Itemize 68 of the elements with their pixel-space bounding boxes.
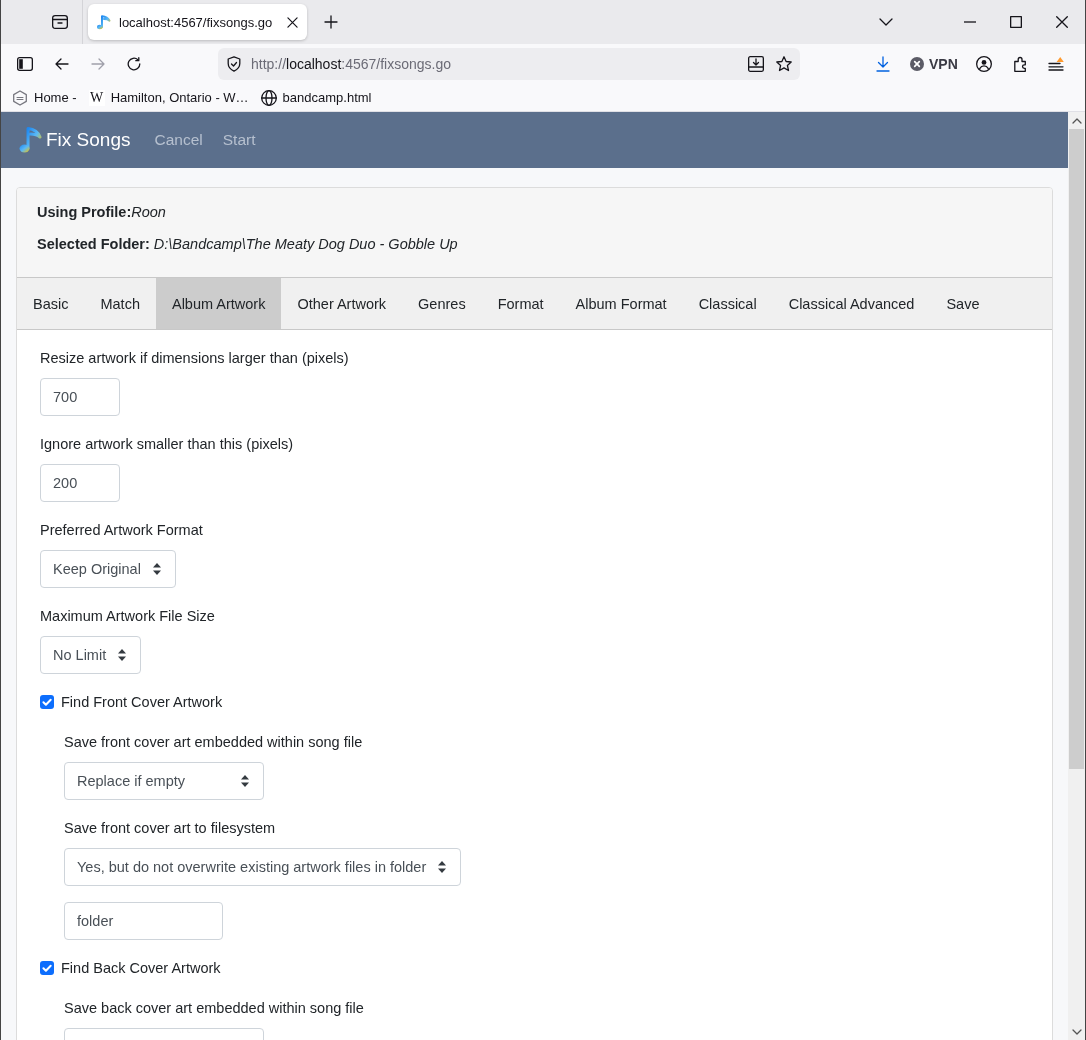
- tab[interactable]: Match: [84, 278, 156, 329]
- summary-value: D:\Bandcamp\The Meaty Dog Duo - Gobble Up: [153, 236, 458, 252]
- tab[interactable]: Other Artwork: [281, 278, 403, 329]
- select-field[interactable]: Yes, but do not overwrite existing artwork files in folder: [64, 848, 462, 886]
- tab[interactable]: Genres: [402, 278, 482, 329]
- updown-caret-icon: [438, 861, 447, 873]
- chevron-down-icon[interactable]: [1071, 1028, 1082, 1035]
- music-note-icon: [96, 14, 112, 30]
- updown-caret-icon: [118, 649, 127, 661]
- tray-icon[interactable]: [52, 15, 68, 29]
- brand-link[interactable]: Fix Songs: [19, 126, 131, 154]
- field-label: Resize artwork if dimensions larger than (pixels): [40, 349, 349, 368]
- hexagon-icon: [12, 89, 28, 106]
- back-arrow-icon[interactable]: [55, 58, 69, 70]
- select-field[interactable]: No Limit: [40, 636, 142, 674]
- checkbox-label: Find Back Cover Artwork: [61, 959, 221, 978]
- field-label: Preferred Artwork Format: [40, 521, 203, 540]
- number-input[interactable]: 700: [40, 378, 120, 416]
- shield-icon: [227, 56, 241, 72]
- letter-icon: W: [88, 89, 105, 106]
- summary-label: Using Profile:: [37, 204, 132, 220]
- bookmark[interactable]: W Hamilton, Ontario - W…: [88, 89, 249, 106]
- vpn-button[interactable]: VPN: [910, 56, 958, 72]
- tab[interactable]: Classical Advanced: [772, 278, 931, 329]
- checkbox-label: Find Front Cover Artwork: [61, 693, 223, 712]
- scrollbar-thumb[interactable]: [1069, 129, 1084, 769]
- tab[interactable]: Album Format: [559, 278, 683, 329]
- music-note-icon: [19, 126, 43, 154]
- field-label: Maximum Artwork File Size: [40, 607, 215, 626]
- checkbox[interactable]: [40, 695, 54, 709]
- field-label: Save back cover art embedded within song file: [64, 999, 364, 1018]
- puzzle-icon[interactable]: [1013, 56, 1028, 72]
- globe-icon: [260, 89, 277, 106]
- maximize-icon[interactable]: [1010, 16, 1022, 28]
- tab[interactable]: Format: [481, 278, 560, 329]
- summary-value: Roon: [131, 204, 166, 220]
- select-field[interactable]: Keep Original: [40, 550, 176, 588]
- tab[interactable]: Basic: [17, 278, 85, 329]
- x-circle-icon: [910, 57, 924, 71]
- close-icon[interactable]: [1056, 16, 1068, 28]
- number-input[interactable]: 200: [40, 464, 120, 502]
- field-label: Save front cover art embedded within song file: [64, 733, 363, 752]
- updown-caret-icon: [152, 563, 161, 575]
- menu-icon[interactable]: [1047, 57, 1064, 71]
- updown-caret-icon: [241, 775, 249, 787]
- checkbox[interactable]: [40, 961, 54, 975]
- field-label: Ignore artwork smaller than this (pixels): [40, 435, 294, 454]
- reload-icon[interactable]: [127, 57, 141, 71]
- tab[interactable]: Album Artwork: [155, 278, 282, 329]
- star-icon[interactable]: [776, 56, 792, 72]
- browser-tab[interactable]: localhost:4567/fixsongs.go: [88, 4, 307, 40]
- plus-icon[interactable]: [324, 15, 338, 29]
- bookmark[interactable]: bandcamp.html: [260, 89, 372, 106]
- close-icon[interactable]: [287, 16, 298, 28]
- address-bar[interactable]: http://localhost:4567/fixsongs.go: [218, 48, 800, 80]
- text-input[interactable]: folder: [64, 902, 223, 940]
- tab[interactable]: Save: [930, 278, 996, 329]
- select-field[interactable]: Replace if empty: [64, 762, 264, 800]
- summary-label: Selected Folder:: [37, 236, 151, 252]
- chevron-down-icon[interactable]: [879, 18, 893, 26]
- sidebar-icon[interactable]: [17, 57, 33, 71]
- tab[interactable]: Classical: [682, 278, 773, 329]
- bookmark[interactable]: Home -: [12, 89, 77, 106]
- download-icon[interactable]: [876, 56, 890, 72]
- chevron-up-icon[interactable]: [1071, 117, 1082, 124]
- scrollbar[interactable]: [1068, 112, 1085, 1040]
- field-label: Save front cover art to filesystem: [64, 819, 276, 838]
- account-icon[interactable]: [975, 56, 992, 72]
